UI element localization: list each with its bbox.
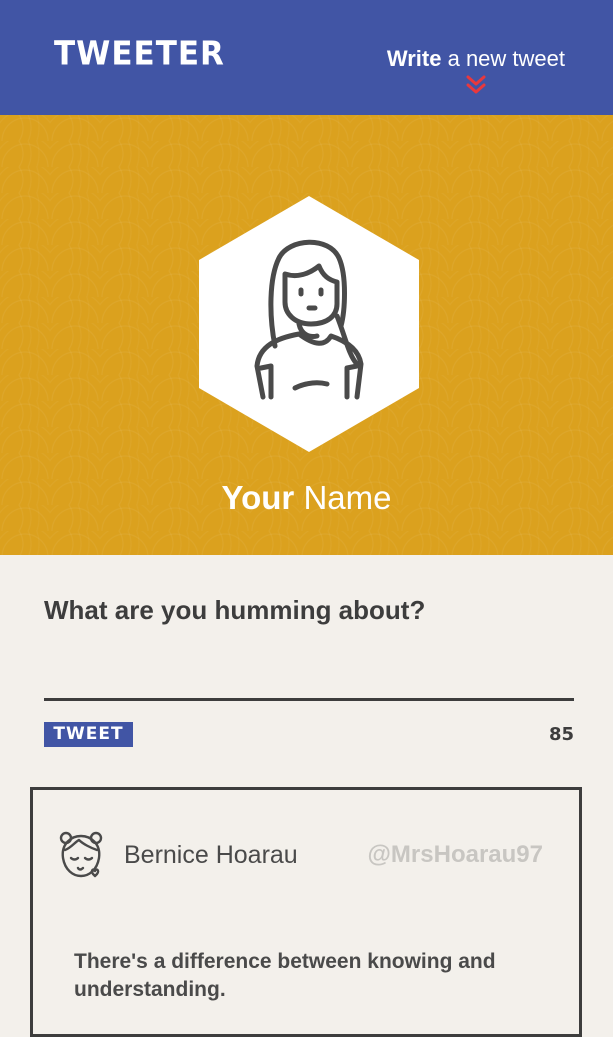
write-link-light: a new tweet: [447, 46, 565, 71]
profile-name-strong: Your: [221, 479, 295, 516]
profile-name: Your Name: [0, 478, 613, 518]
double-chevron-down-icon[interactable]: [465, 75, 487, 95]
app-logo[interactable]: TWEETER: [54, 35, 225, 73]
tweet-button[interactable]: TWEET: [44, 722, 133, 747]
tweet-author-handle[interactable]: @MrsHoarau97: [368, 840, 543, 870]
tweet-input[interactable]: [44, 636, 574, 701]
write-link-strong: Write: [386, 46, 442, 71]
profile-banner: Your Name: [0, 115, 613, 555]
tweet-card: Bernice Hoarau @MrsHoarau97 There's a di…: [30, 787, 582, 1037]
profile-avatar: [199, 196, 419, 452]
composer-label: What are you humming about?: [44, 595, 426, 625]
tweet-author-name[interactable]: Bernice Hoarau: [124, 840, 298, 870]
girl-avatar-icon: [59, 831, 103, 878]
top-nav: TWEETER Write a new tweet: [0, 0, 613, 115]
write-new-tweet-link[interactable]: Write a new tweet: [387, 45, 565, 73]
tweet-text: There's a difference between knowing and…: [74, 950, 496, 1001]
profile-name-light: Name: [303, 479, 392, 516]
character-counter: 85: [548, 724, 574, 745]
